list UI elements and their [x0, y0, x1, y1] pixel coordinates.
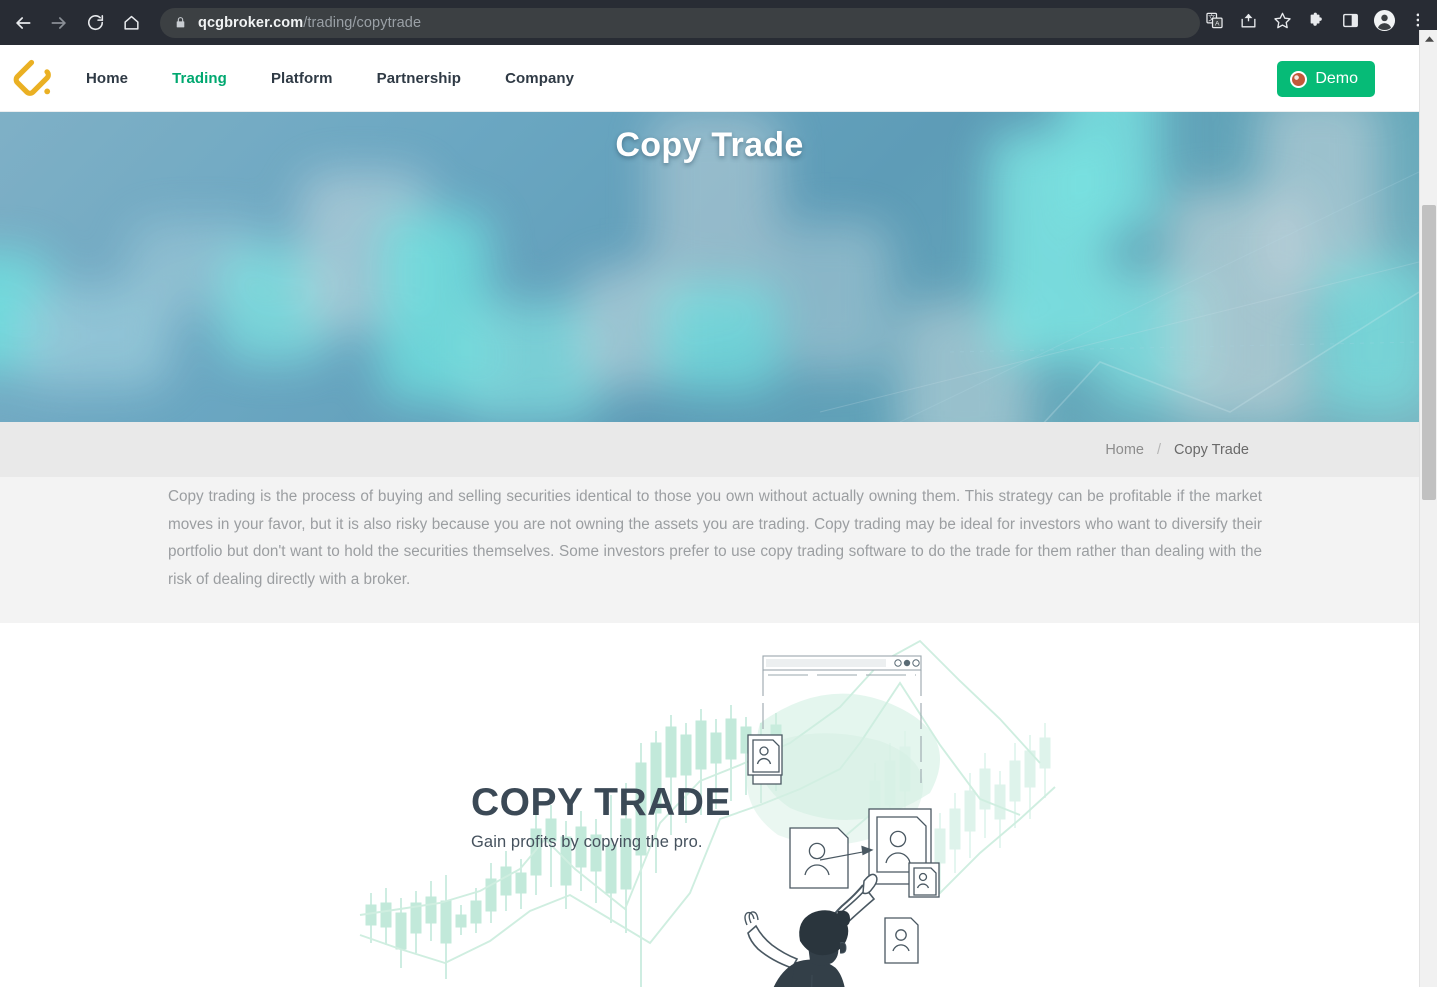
hero-title: Copy Trade: [615, 126, 804, 164]
illustration-heading-block: COPY TRADE Gain profits by copying the p…: [471, 783, 731, 852]
nav-item-trading[interactable]: Trading: [150, 70, 249, 87]
bookmark-button[interactable]: [1267, 8, 1297, 38]
chrome-scroll-corner: [1419, 0, 1437, 30]
hero-title-wrap: Copy Trade: [0, 112, 1419, 422]
back-arrow-icon: [13, 13, 33, 33]
scroll-up-arrow-icon: [1424, 30, 1434, 48]
main-nav: Home Trading Platform Partnership Compan…: [64, 70, 596, 87]
svg-text:A: A: [1215, 20, 1220, 27]
lock-icon: [174, 16, 187, 29]
forward-button[interactable]: [42, 6, 76, 40]
profile-avatar-icon: [1373, 9, 1396, 37]
intro-paragraph: Copy trading is the process of buying an…: [168, 488, 1262, 588]
translate-button[interactable]: 文A: [1199, 8, 1229, 38]
url-path: /trading/copytrade: [303, 14, 422, 31]
side-panel-button[interactable]: [1335, 8, 1365, 38]
star-icon: [1273, 11, 1292, 35]
side-panel-icon: [1341, 11, 1360, 35]
browser-action-icons: 文A: [1199, 0, 1433, 45]
scroll-thumb[interactable]: [1422, 205, 1436, 500]
nav-item-company[interactable]: Company: [483, 70, 596, 87]
puzzle-icon: [1307, 11, 1326, 35]
home-icon: [122, 13, 141, 32]
qcg-diamond-logo-icon: [13, 59, 51, 96]
share-icon: [1239, 11, 1258, 35]
back-button[interactable]: [6, 6, 40, 40]
browser-nav-buttons: [0, 6, 148, 40]
breadcrumb: Home / Copy Trade: [0, 422, 1419, 477]
breadcrumb-separator: /: [1157, 441, 1162, 458]
reload-icon: [86, 13, 105, 32]
breadcrumb-home[interactable]: Home: [1105, 442, 1144, 458]
page-scrollbar[interactable]: [1419, 30, 1437, 987]
reload-button[interactable]: [78, 6, 112, 40]
copy-trade-illustration-section: COPY TRADE Gain profits by copying the p…: [0, 623, 1419, 987]
illustration-subtitle: Gain profits by copying the pro.: [471, 833, 703, 851]
nav-item-platform[interactable]: Platform: [249, 70, 355, 87]
nav-item-partnership[interactable]: Partnership: [355, 70, 483, 87]
extensions-button[interactable]: [1301, 8, 1331, 38]
forward-arrow-icon: [49, 13, 69, 33]
share-button[interactable]: [1233, 8, 1263, 38]
demo-button-label: Demo: [1315, 70, 1358, 87]
home-button[interactable]: [114, 6, 148, 40]
illustration-title: COPY TRADE: [471, 781, 731, 824]
site-logo[interactable]: [10, 55, 56, 101]
demo-button[interactable]: Demo: [1277, 61, 1375, 97]
profile-button[interactable]: [1369, 8, 1399, 38]
site-header: Home Trading Platform Partnership Compan…: [0, 45, 1419, 112]
nav-item-home[interactable]: Home: [64, 70, 150, 87]
person-illustration: [744, 873, 878, 987]
scroll-up-button[interactable]: [1420, 30, 1437, 48]
address-bar[interactable]: qcgbroker.com/trading/copytrade: [160, 7, 1200, 38]
url-domain: qcgbroker.com: [198, 14, 304, 31]
browser-toolbar: qcgbroker.com/trading/copytrade 文A: [0, 0, 1437, 45]
demo-circle-icon: [1290, 70, 1308, 88]
hero-banner: Copy Trade: [0, 112, 1419, 422]
breadcrumb-current: Copy Trade: [1174, 441, 1249, 458]
translate-icon: 文A: [1205, 11, 1224, 35]
